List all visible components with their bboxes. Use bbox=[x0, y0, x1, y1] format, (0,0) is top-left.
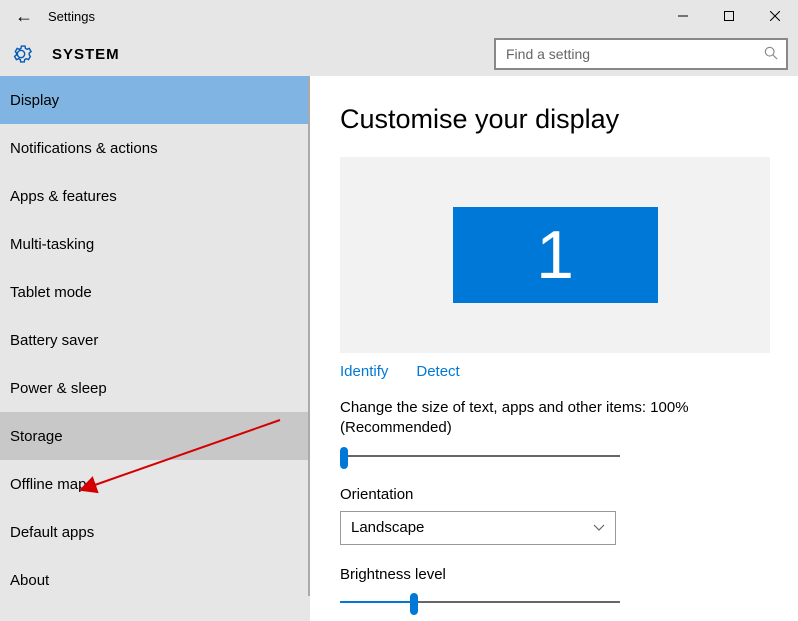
detect-link[interactable]: Detect bbox=[416, 363, 459, 380]
gear-icon bbox=[10, 43, 32, 65]
sidebar-item-apps[interactable]: Apps & features bbox=[0, 172, 310, 220]
slider-thumb[interactable] bbox=[340, 447, 348, 469]
chevron-down-icon bbox=[593, 521, 605, 535]
main-panel: Customise your display 1 Identify Detect… bbox=[310, 76, 798, 621]
search-icon bbox=[764, 46, 778, 63]
back-button[interactable]: ← bbox=[0, 6, 48, 27]
sidebar-item-storage[interactable]: Storage bbox=[0, 412, 310, 460]
brightness-label: Brightness level bbox=[340, 565, 768, 585]
close-icon bbox=[770, 11, 780, 21]
scale-slider[interactable] bbox=[340, 445, 620, 469]
sidebar-scrollbar[interactable] bbox=[308, 76, 310, 596]
brightness-slider[interactable] bbox=[340, 591, 620, 615]
identify-link[interactable]: Identify bbox=[340, 363, 388, 380]
display-preview[interactable]: 1 bbox=[340, 157, 770, 353]
sidebar-item-notifications[interactable]: Notifications & actions bbox=[0, 124, 310, 172]
minimize-button[interactable] bbox=[660, 0, 706, 32]
slider-thumb[interactable] bbox=[410, 593, 418, 615]
orientation-dropdown[interactable]: Landscape bbox=[340, 511, 616, 545]
sidebar-item-tablet[interactable]: Tablet mode bbox=[0, 268, 310, 316]
close-button[interactable] bbox=[752, 0, 798, 32]
monitor-number: 1 bbox=[536, 216, 574, 294]
page-heading: Customise your display bbox=[340, 104, 768, 135]
search-input[interactable]: Find a setting bbox=[494, 38, 788, 70]
window-title: Settings bbox=[48, 9, 95, 24]
sidebar-item-battery[interactable]: Battery saver bbox=[0, 316, 310, 364]
sidebar-item-power[interactable]: Power & sleep bbox=[0, 364, 310, 412]
maximize-icon bbox=[724, 11, 734, 21]
sidebar-item-about[interactable]: About bbox=[0, 556, 310, 604]
search-placeholder: Find a setting bbox=[506, 46, 590, 62]
sidebar-item-multitasking[interactable]: Multi-tasking bbox=[0, 220, 310, 268]
sidebar-item-offline-maps[interactable]: Offline maps bbox=[0, 460, 310, 508]
sidebar: Display Notifications & actions Apps & f… bbox=[0, 76, 310, 621]
orientation-value: Landscape bbox=[351, 519, 424, 536]
sidebar-item-display[interactable]: Display bbox=[0, 76, 310, 124]
sidebar-item-default-apps[interactable]: Default apps bbox=[0, 508, 310, 556]
orientation-label: Orientation bbox=[340, 485, 768, 505]
scale-label: Change the size of text, apps and other … bbox=[340, 398, 768, 439]
section-title: SYSTEM bbox=[52, 46, 120, 63]
minimize-icon bbox=[678, 11, 688, 21]
monitor-tile[interactable]: 1 bbox=[453, 207, 658, 303]
maximize-button[interactable] bbox=[706, 0, 752, 32]
